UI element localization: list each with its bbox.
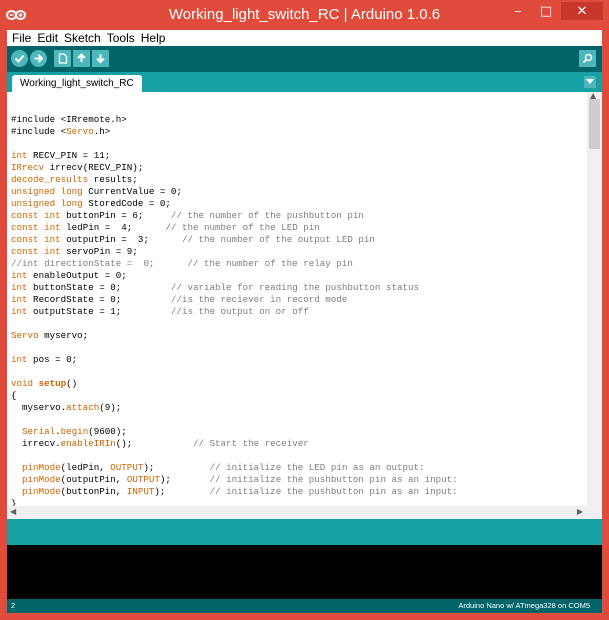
- code-line[interactable]: Serial.begin(9600);: [11, 426, 458, 438]
- new-sketch-button[interactable]: [54, 50, 71, 67]
- code-line[interactable]: int outputState = 1; //is the output on …: [11, 306, 458, 318]
- code-line[interactable]: pinMode(buttonPin, INPUT); // initialize…: [11, 486, 458, 498]
- app-client-area: File Edit Sketch Tools Help Working_ligh…: [7, 30, 602, 613]
- code-line[interactable]: decode_results results;: [11, 174, 458, 186]
- board-port-label: Arduino Nano w/ ATmega328 on COM5: [458, 601, 590, 610]
- open-sketch-button[interactable]: [73, 50, 90, 67]
- horizontal-scrollbar[interactable]: ◀ ▶: [7, 506, 587, 519]
- serial-monitor-button[interactable]: [579, 50, 596, 67]
- code-line[interactable]: //int directionState = 0; // the number …: [11, 258, 458, 270]
- code-line[interactable]: int RecordState = 0; //is the reciever i…: [11, 294, 458, 306]
- code-line[interactable]: [11, 342, 458, 354]
- scroll-right-icon[interactable]: ▶: [577, 507, 583, 516]
- code-line[interactable]: const int servoPin = 9;: [11, 246, 458, 258]
- tab-menu-button[interactable]: [584, 76, 596, 88]
- menu-help[interactable]: Help: [138, 30, 169, 46]
- menu-tools[interactable]: Tools: [104, 30, 138, 46]
- code-line[interactable]: [11, 366, 458, 378]
- code-line[interactable]: IRrecv irrecv(RECV_PIN);: [11, 162, 458, 174]
- status-bar: [7, 519, 602, 545]
- right-arrow-icon: [34, 54, 44, 63]
- code-line[interactable]: const int ledPin = 4; // the number of t…: [11, 222, 458, 234]
- vertical-scrollbar[interactable]: ▲: [587, 91, 602, 536]
- code-line[interactable]: const int outputPin = 3; // the number o…: [11, 234, 458, 246]
- code-line[interactable]: [11, 102, 458, 114]
- code-line[interactable]: int enableOutput = 0;: [11, 270, 458, 282]
- code-line[interactable]: [11, 318, 458, 330]
- line-number: 2: [11, 601, 16, 610]
- code-line[interactable]: [11, 414, 458, 426]
- checkmark-icon: [14, 54, 25, 63]
- vertical-scroll-thumb[interactable]: [589, 99, 600, 149]
- code-line[interactable]: #include <Servo.h>: [11, 126, 458, 138]
- close-button[interactable]: ✕: [561, 2, 603, 20]
- code-line[interactable]: Servo myservo;: [11, 330, 458, 342]
- menu-bar: File Edit Sketch Tools Help: [7, 30, 602, 46]
- upload-button[interactable]: [30, 50, 47, 67]
- menu-file[interactable]: File: [9, 30, 34, 46]
- code-line[interactable]: unsigned long StoredCode = 0;: [11, 198, 458, 210]
- scroll-left-icon[interactable]: ◀: [10, 507, 16, 516]
- code-line[interactable]: irrecv.enableIRIn(); // Start the receiv…: [11, 438, 458, 450]
- save-sketch-button[interactable]: [92, 50, 109, 67]
- code-line[interactable]: int buttonState = 0; // variable for rea…: [11, 282, 458, 294]
- minimize-button[interactable]: –: [505, 2, 531, 20]
- down-arrow-icon: [96, 54, 105, 64]
- code-text[interactable]: #include <IRremote.h> #include <Servo.h> …: [11, 102, 458, 510]
- code-line[interactable]: pinMode(ledPin, OUTPUT); // initialize t…: [11, 462, 458, 474]
- chevron-down-icon: [586, 79, 594, 84]
- arduino-window: Working_light_switch_RC | Arduino 1.0.6 …: [0, 0, 609, 620]
- magnifier-icon: [582, 53, 593, 64]
- toolbar: [7, 46, 602, 72]
- code-line[interactable]: int pos = 0;: [11, 354, 458, 366]
- code-line[interactable]: const int buttonPin = 6; // the number o…: [11, 210, 458, 222]
- code-line[interactable]: myservo.attach(9);: [11, 402, 458, 414]
- maximize-button[interactable]: □: [533, 2, 559, 20]
- code-line[interactable]: #include <IRremote.h>: [11, 114, 458, 126]
- code-line[interactable]: [11, 138, 458, 150]
- bottom-info-bar: 2 Arduino Nano w/ ATmega328 on COM5: [7, 599, 602, 613]
- new-file-icon: [58, 53, 67, 64]
- code-line[interactable]: void setup(): [11, 378, 458, 390]
- code-editor[interactable]: #include <IRremote.h> #include <Servo.h> …: [7, 92, 587, 536]
- tab-working-light-switch-rc[interactable]: Working_light_switch_RC: [12, 75, 142, 92]
- menu-sketch[interactable]: Sketch: [61, 30, 104, 46]
- code-line[interactable]: {: [11, 390, 458, 402]
- console-output[interactable]: [7, 545, 602, 599]
- menu-edit[interactable]: Edit: [34, 30, 61, 46]
- tab-strip: Working_light_switch_RC: [7, 72, 602, 92]
- verify-button[interactable]: [11, 50, 28, 67]
- code-line[interactable]: [11, 450, 458, 462]
- up-arrow-icon: [77, 53, 86, 62]
- title-bar: Working_light_switch_RC | Arduino 1.0.6 …: [0, 0, 609, 30]
- code-line[interactable]: pinMode(outputPin, OUTPUT); // initializ…: [11, 474, 458, 486]
- code-line[interactable]: int RECV_PIN = 11;: [11, 150, 458, 162]
- code-line[interactable]: unsigned long CurrentValue = 0;: [11, 186, 458, 198]
